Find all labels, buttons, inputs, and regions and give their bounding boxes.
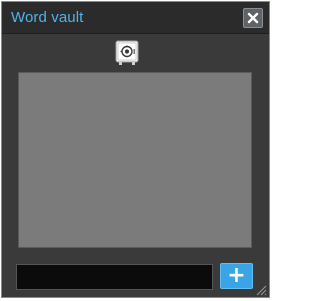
resize-grip[interactable] (255, 283, 267, 296)
add-word-button[interactable]: + (220, 263, 253, 289)
word-list[interactable] (18, 72, 252, 248)
title-bar[interactable]: Word vault (2, 2, 269, 34)
resize-handle-icon (256, 285, 267, 296)
word-vault-window: Word vault + (1, 1, 270, 298)
safe-icon (115, 40, 139, 65)
word-input[interactable] (16, 264, 213, 290)
close-icon (247, 12, 259, 24)
window-title: Word vault (11, 9, 84, 26)
vault-button[interactable] (115, 40, 139, 66)
close-button[interactable] (243, 8, 263, 28)
